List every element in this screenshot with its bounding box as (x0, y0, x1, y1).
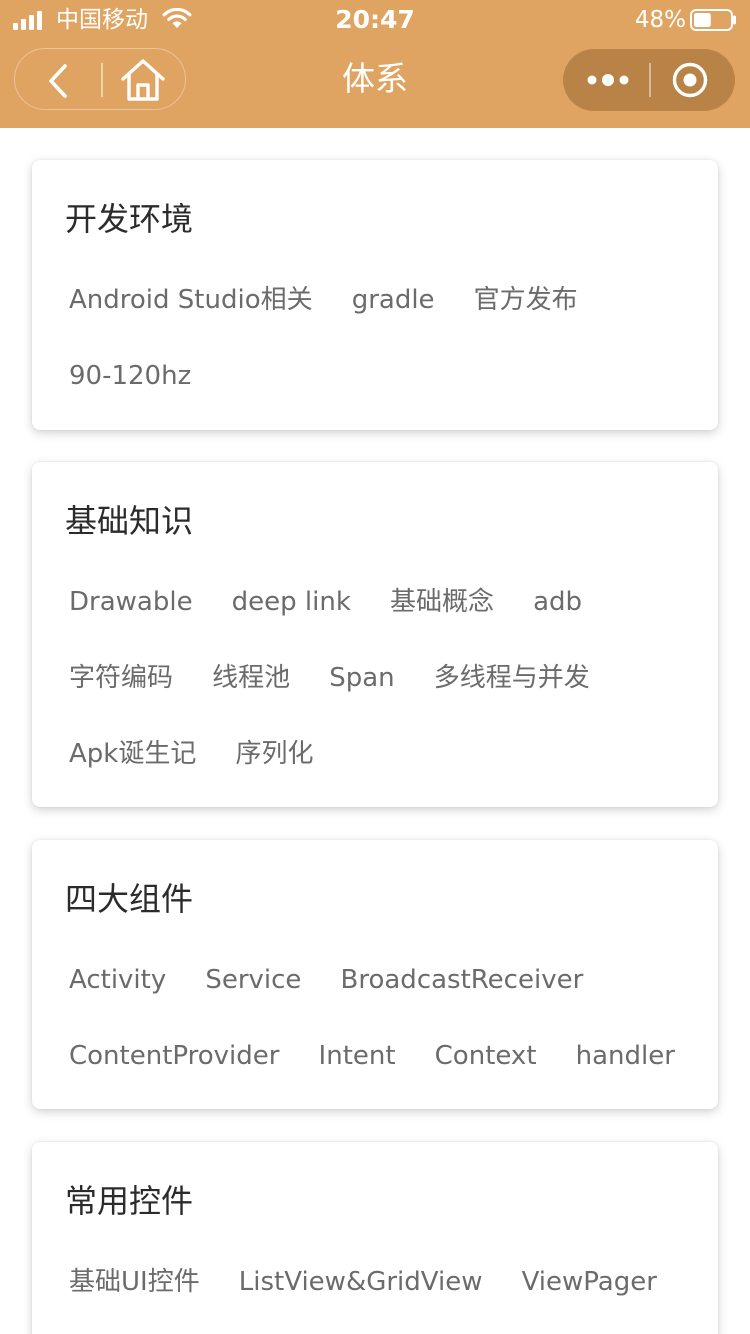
tag-row: 字符编码 线程池 Span 多线程与并发 (69, 658, 624, 698)
tag-item[interactable]: 多线程与并发 (434, 658, 590, 698)
tag-item[interactable]: Context (435, 1036, 537, 1076)
tag-item[interactable]: handler (576, 1036, 675, 1076)
tag-item[interactable]: 官方发布 (474, 280, 578, 320)
tag-item[interactable]: Drawable (69, 582, 193, 622)
tag-item[interactable]: ContentProvider (69, 1036, 279, 1076)
card-title: 基础知识 (65, 502, 194, 540)
tag-row: Activity Service BroadcastReceiver (69, 960, 617, 1000)
tag-item[interactable]: 基础概念 (390, 582, 494, 622)
card-title: 常用控件 (65, 1182, 194, 1220)
tag-item[interactable]: Service (205, 960, 301, 1000)
tag-item[interactable]: 字符编码 (69, 658, 173, 698)
tag-item[interactable]: adb (533, 582, 582, 622)
tag-item[interactable]: 序列化 (235, 734, 313, 774)
category-card: 基础知识 Drawable deep link 基础概念 adb 字符编码 线程… (32, 462, 718, 807)
category-card: 开发环境 Android Studio相关 gradle 官方发布 90-120… (32, 160, 718, 430)
tag-item[interactable]: 基础UI控件 (69, 1262, 200, 1302)
tag-item[interactable]: Span (329, 658, 394, 698)
tag-item[interactable]: BroadcastReceiver (341, 960, 584, 1000)
card-title: 开发环境 (65, 200, 194, 238)
tag-item[interactable]: ListView&GridView (239, 1262, 483, 1302)
battery-percent: 48% (634, 7, 686, 33)
tag-row: 基础UI控件 ListView&GridView ViewPager (69, 1262, 691, 1302)
target-circle-icon[interactable] (671, 61, 709, 99)
tag-row: Android Studio相关 gradle 官方发布 (69, 280, 612, 320)
tag-item[interactable]: deep link (232, 582, 351, 622)
nav-right-capsule (563, 49, 735, 111)
tag-item[interactable]: 90-120hz (69, 356, 191, 396)
tag-row: ContentProvider Intent Context handler (69, 1036, 709, 1076)
top-bar: 中国移动 20:47 48% 体系 (0, 0, 750, 128)
status-bar: 中国移动 20:47 48% (0, 0, 750, 40)
app-screen: 中国移动 20:47 48% 体系 开发环境 Android Studio相关 … (0, 0, 750, 1334)
tag-row: 90-120hz (69, 356, 225, 396)
tag-item[interactable]: gradle (352, 280, 435, 320)
tag-item[interactable]: ViewPager (522, 1262, 657, 1302)
more-dots-icon[interactable] (585, 61, 631, 99)
nav-divider (649, 63, 651, 97)
category-card: 常用控件 基础UI控件 ListView&GridView ViewPager (32, 1142, 718, 1334)
category-card: 四大组件 Activity Service BroadcastReceiver … (32, 840, 718, 1109)
tag-item[interactable]: Android Studio相关 (69, 280, 313, 320)
tag-row: Drawable deep link 基础概念 adb (69, 582, 616, 622)
tag-row: Apk诞生记 序列化 (69, 734, 347, 774)
card-title: 四大组件 (65, 880, 194, 918)
battery-icon (690, 9, 736, 31)
content-area: 开发环境 Android Studio相关 gradle 官方发布 90-120… (0, 128, 750, 1334)
tag-item[interactable]: Activity (69, 960, 166, 1000)
tag-item[interactable]: Intent (319, 1036, 396, 1076)
tag-item[interactable]: Apk诞生记 (69, 734, 196, 774)
tag-item[interactable]: 线程池 (212, 658, 290, 698)
